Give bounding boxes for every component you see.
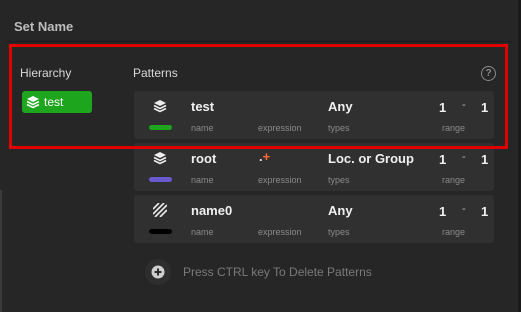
sublabel-name: name xyxy=(191,123,214,133)
layers-icon xyxy=(153,100,167,113)
range-min[interactable]: 1 xyxy=(439,152,446,167)
plus-circle-icon xyxy=(151,265,165,279)
pattern-types[interactable]: Loc. or Group xyxy=(328,151,414,166)
dialog-title: Set Name xyxy=(14,19,74,34)
help-icon[interactable]: ? xyxy=(481,66,496,81)
window-edge-left xyxy=(0,190,2,312)
sublabel-range: range xyxy=(442,175,466,185)
pattern-name[interactable]: root xyxy=(191,151,216,166)
hierarchy-item-label: test xyxy=(44,95,64,109)
sublabel-expression: expression xyxy=(258,175,302,185)
sublabel-name: name xyxy=(191,175,214,185)
range-max[interactable]: 1 xyxy=(481,100,488,115)
divider xyxy=(6,41,512,42)
patterns-label: Patterns xyxy=(133,66,178,80)
hatch-icon xyxy=(153,203,167,217)
sublabel-name: name xyxy=(191,227,214,237)
range-separator: - xyxy=(462,99,466,111)
layers-icon xyxy=(153,152,167,165)
layers-icon xyxy=(26,96,40,109)
sublabel-expression: expression xyxy=(258,123,302,133)
range-separator: - xyxy=(462,203,466,215)
range-max[interactable]: 1 xyxy=(481,204,488,219)
sublabel-expression: expression xyxy=(258,227,302,237)
sublabel-types: types xyxy=(328,123,350,133)
pattern-name[interactable]: test xyxy=(191,99,214,114)
pattern-row-root[interactable]: root .+ Loc. or Group 1 - 1 name express… xyxy=(134,143,494,191)
sublabel-range: range xyxy=(442,227,466,237)
pattern-types[interactable]: Any xyxy=(328,99,353,114)
pattern-name[interactable]: name0 xyxy=(191,203,232,218)
pattern-row-test[interactable]: test Any 1 - 1 name expression types ran… xyxy=(134,91,494,139)
sublabel-types: types xyxy=(328,175,350,185)
sublabel-types: types xyxy=(328,227,350,237)
pattern-color-swatch[interactable] xyxy=(149,125,172,130)
range-min[interactable]: 1 xyxy=(439,204,446,219)
pattern-expression[interactable]: .+ xyxy=(259,149,270,164)
range-separator: - xyxy=(462,151,466,163)
range-min[interactable]: 1 xyxy=(439,100,446,115)
pattern-color-swatch[interactable] xyxy=(149,229,172,234)
pattern-row-name0[interactable]: name0 Any 1 - 1 name expression types ra… xyxy=(134,195,494,243)
hierarchy-label: Hierarchy xyxy=(20,66,72,80)
pattern-color-swatch[interactable] xyxy=(149,177,172,182)
range-max[interactable]: 1 xyxy=(481,152,488,167)
add-pattern-hint: Press CTRL key To Delete Patterns xyxy=(183,265,372,279)
add-pattern-button[interactable] xyxy=(145,259,171,285)
pattern-types[interactable]: Any xyxy=(328,203,353,218)
hierarchy-item-test[interactable]: test xyxy=(22,91,92,113)
sublabel-range: range xyxy=(442,123,466,133)
